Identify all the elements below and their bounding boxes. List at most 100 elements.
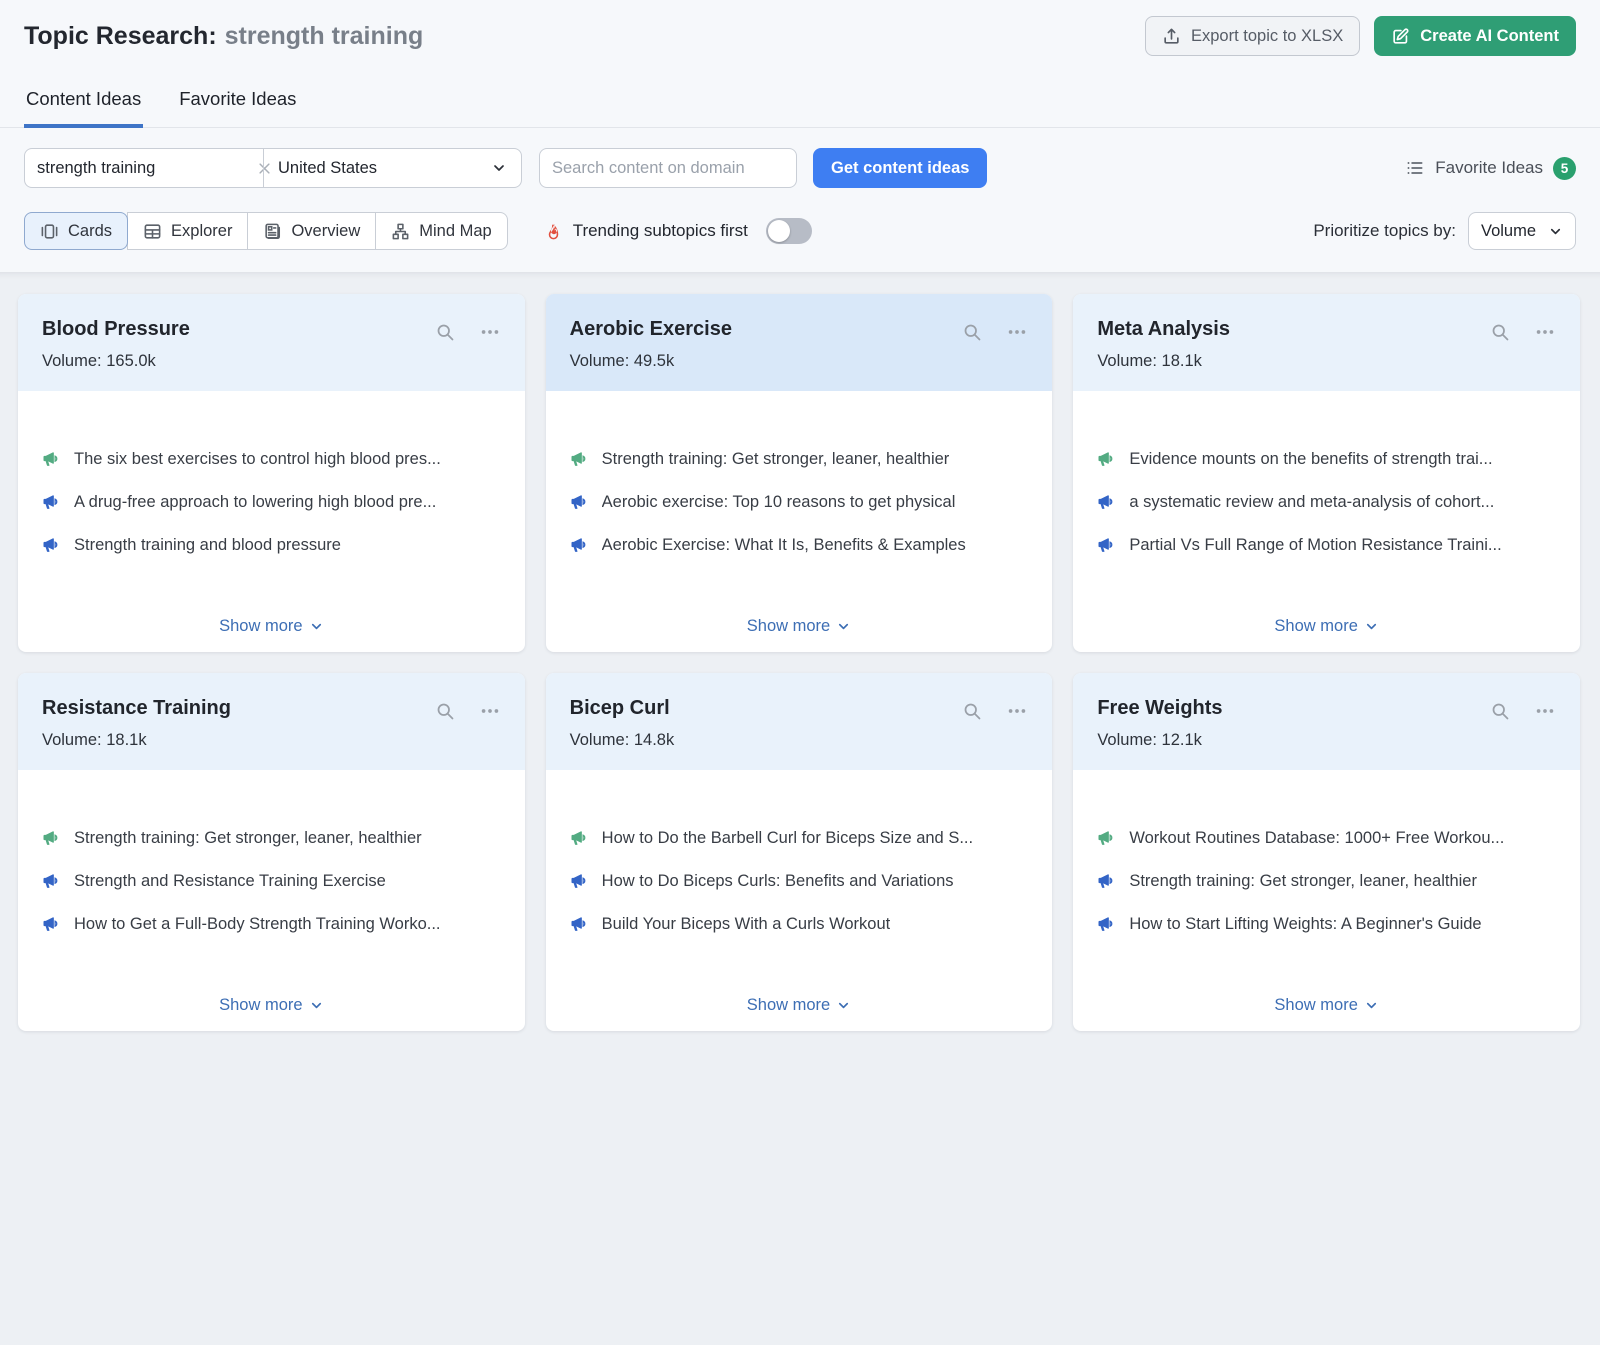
show-more-link[interactable]: Show more (747, 996, 851, 1015)
topic-card: Blood PressureVolume: 165.0k The six best… (18, 294, 525, 652)
chevron-down-icon (1548, 224, 1563, 239)
controls: United States Get content ideas Favorite… (0, 128, 1600, 250)
idea-text: How to Do the Barbell Curl for Biceps Si… (602, 828, 973, 849)
idea-item[interactable]: Strength training and blood pressure (42, 535, 501, 560)
idea-item[interactable]: Build Your Biceps With a Curls Workout (570, 914, 1029, 939)
favorite-ideas-count-badge: 5 (1553, 157, 1576, 180)
view-overview[interactable]: Overview (247, 212, 376, 250)
search-icon[interactable] (1490, 701, 1510, 721)
idea-item[interactable]: How to Start Lifting Weights: A Beginner… (1097, 914, 1556, 939)
idea-item[interactable]: a systematic review and meta-analysis of… (1097, 492, 1556, 517)
card-title[interactable]: Resistance Training (42, 697, 435, 720)
megaphone-icon (1097, 450, 1115, 474)
card-header: Bicep Curl Volume: 14.8k (546, 673, 1053, 770)
ellipsis-menu-icon[interactable] (479, 700, 501, 722)
show-more-label: Show more (219, 617, 302, 636)
prioritize-select[interactable]: Volume (1468, 212, 1576, 250)
search-icon[interactable] (962, 701, 982, 721)
upload-icon (1162, 27, 1181, 46)
card-header: Resistance Training Volume: 18.1k (18, 673, 525, 770)
idea-item[interactable]: Evidence mounts on the benefits of stren… (1097, 449, 1556, 474)
volume-value: 18.1k (106, 731, 146, 749)
volume-label: Volume: (570, 352, 630, 370)
idea-item[interactable]: The six best exercises to control high b… (42, 449, 501, 474)
idea-item[interactable]: Partial Vs Full Range of Motion Resistan… (1097, 535, 1556, 560)
show-more-link[interactable]: Show more (1274, 996, 1378, 1015)
favorite-ideas-link[interactable]: Favorite Ideas 5 (1405, 157, 1576, 180)
card-title[interactable]: Aerobic Exercise (570, 318, 963, 341)
chevron-down-icon (1364, 619, 1379, 634)
ellipsis-menu-icon[interactable] (1006, 700, 1028, 722)
idea-item[interactable]: How to Do Biceps Curls: Benefits and Var… (570, 871, 1029, 896)
tab-content-ideas[interactable]: Content Ideas (24, 82, 143, 128)
idea-item[interactable]: Aerobic exercise: Top 10 reasons to get … (570, 492, 1029, 517)
card-title[interactable]: Meta Analysis (1097, 318, 1490, 341)
search-icon[interactable] (962, 322, 982, 342)
idea-item[interactable]: Aerobic Exercise: What It Is, Benefits &… (570, 535, 1029, 560)
idea-item[interactable]: Strength and Resistance Training Exercis… (42, 871, 501, 896)
show-more-link[interactable]: Show more (219, 996, 323, 1015)
ellipsis-menu-icon[interactable] (1534, 700, 1556, 722)
chevron-down-icon (836, 619, 851, 634)
idea-list: Strength training: Get stronger, leaner,… (42, 828, 501, 957)
idea-item[interactable]: How to Get a Full-Body Strength Training… (42, 914, 501, 939)
card-head-left: Blood PressureVolume: 165.0k (42, 318, 435, 371)
megaphone-icon (570, 829, 588, 853)
idea-text: Strength training: Get stronger, leaner,… (1129, 871, 1477, 892)
card-title[interactable]: Bicep Curl (570, 697, 963, 720)
search-row: United States Get content ideas Favorite… (24, 148, 1576, 188)
mindmap-icon (391, 222, 410, 241)
prioritize-select-value: Volume (1481, 222, 1536, 241)
ellipsis-menu-icon[interactable] (1534, 321, 1556, 343)
idea-text: How to Get a Full-Body Strength Training… (74, 914, 441, 935)
idea-item[interactable]: Strength training: Get stronger, leaner,… (1097, 871, 1556, 896)
idea-item[interactable]: A drug-free approach to lowering high bl… (42, 492, 501, 517)
idea-text: Strength training: Get stronger, leaner,… (74, 828, 422, 849)
idea-item[interactable]: Strength training: Get stronger, leaner,… (42, 828, 501, 853)
search-icon[interactable] (435, 701, 455, 721)
country-select[interactable]: United States (263, 149, 521, 187)
show-more-link[interactable]: Show more (219, 617, 323, 636)
volume-label: Volume: (1097, 731, 1157, 749)
search-icon[interactable] (435, 322, 455, 342)
export-xlsx-label: Export topic to XLSX (1191, 27, 1343, 46)
country-select-value: United States (278, 159, 377, 178)
view-explorer[interactable]: Explorer (127, 212, 248, 250)
topic-card: Bicep Curl Volume: 14.8k How to Do the Bar… (546, 673, 1053, 1031)
card-head-left: Bicep Curl Volume: 14.8k (570, 697, 963, 750)
card-volume: Volume: 14.8k (570, 731, 963, 750)
card-title[interactable]: Free Weights (1097, 697, 1490, 720)
topic-search-input[interactable] (37, 159, 257, 178)
idea-item[interactable]: Workout Routines Database: 1000+ Free Wo… (1097, 828, 1556, 853)
idea-item[interactable]: Strength training: Get stronger, leaner,… (570, 449, 1029, 474)
view-cards[interactable]: Cards (24, 212, 128, 250)
show-more-link[interactable]: Show more (1274, 617, 1378, 636)
trending-toggle[interactable] (766, 218, 812, 244)
get-content-ideas-button[interactable]: Get content ideas (813, 148, 987, 188)
card-header: Meta AnalysisVolume: 18.1k (1073, 294, 1580, 391)
show-more-link[interactable]: Show more (747, 617, 851, 636)
ellipsis-menu-icon[interactable] (479, 321, 501, 343)
card-head-left: Free WeightsVolume: 12.1k (1097, 697, 1490, 750)
view-label: Explorer (171, 222, 232, 241)
overview-icon (263, 222, 282, 241)
tab-favorite-ideas[interactable]: Favorite Ideas (177, 82, 298, 128)
create-ai-content-button[interactable]: Create AI Content (1374, 16, 1576, 56)
card-icons (435, 318, 501, 343)
export-xlsx-button[interactable]: Export topic to XLSX (1145, 16, 1360, 56)
ellipsis-menu-icon[interactable] (1006, 321, 1028, 343)
megaphone-icon (1097, 915, 1115, 939)
view-mind-map[interactable]: Mind Map (375, 212, 507, 250)
card-head-left: Meta AnalysisVolume: 18.1k (1097, 318, 1490, 371)
domain-search-input[interactable] (552, 159, 784, 178)
idea-text: How to Do Biceps Curls: Benefits and Var… (602, 871, 954, 892)
megaphone-icon (42, 493, 60, 517)
megaphone-icon (1097, 536, 1115, 560)
card-volume: Volume: 18.1k (42, 731, 435, 750)
card-title[interactable]: Blood Pressure (42, 318, 435, 341)
search-icon[interactable] (1490, 322, 1510, 342)
idea-item[interactable]: How to Do the Barbell Curl for Biceps Si… (570, 828, 1029, 853)
cards-grid: Blood PressureVolume: 165.0k The six best… (18, 294, 1580, 1031)
card-body: How to Do the Barbell Curl for Biceps Si… (546, 770, 1053, 1031)
trending-label: Trending subtopics first (573, 221, 748, 241)
